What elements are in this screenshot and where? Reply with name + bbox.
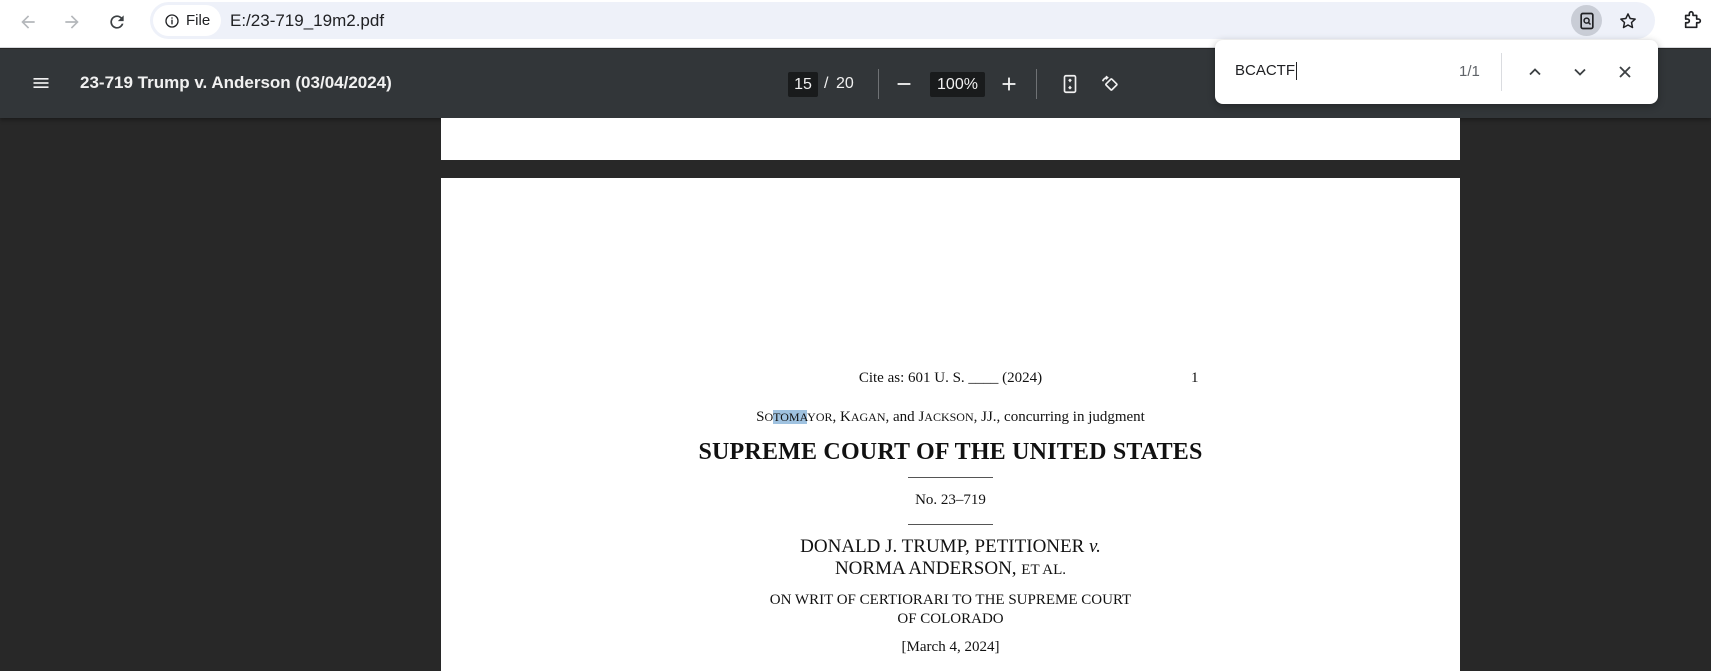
writ-line-1: ON WRIT OF CERTIORARI TO THE SUPREME COU… bbox=[769, 592, 1132, 608]
forward-button[interactable] bbox=[54, 4, 90, 40]
hamburger-menu-icon bbox=[33, 78, 49, 88]
concur-k: K bbox=[840, 409, 851, 425]
toolbar-divider bbox=[878, 69, 879, 99]
writ-line-2: OF COLORADO bbox=[897, 611, 1004, 627]
concur-comma: , bbox=[832, 409, 840, 425]
search-highlight: TOMA bbox=[773, 410, 808, 424]
find-next-button[interactable] bbox=[1564, 56, 1596, 88]
divider-rule bbox=[908, 477, 993, 478]
concur-and: , and bbox=[885, 409, 919, 425]
close-icon bbox=[1619, 66, 1631, 78]
pdf-page-previous bbox=[441, 118, 1460, 160]
divider-rule bbox=[908, 524, 993, 525]
chevron-up-icon bbox=[1529, 68, 1541, 76]
concur-agan: AGAN bbox=[850, 410, 886, 424]
star-icon bbox=[1619, 12, 1636, 28]
site-chip-label: File bbox=[186, 12, 211, 29]
sidebar-menu-button[interactable] bbox=[24, 66, 58, 100]
find-in-page-button[interactable] bbox=[1571, 5, 1602, 36]
find-result-count: 1/1 bbox=[1459, 63, 1480, 80]
concurring-justices-line: SOTOMAYOR, KAGAN, and JACKSON, JJ., conc… bbox=[441, 409, 1460, 426]
extensions-icon bbox=[1684, 10, 1702, 29]
back-button[interactable] bbox=[10, 4, 46, 40]
concur-ackson: ACKSON bbox=[924, 410, 974, 424]
party-line-2: NORMA ANDERSON, ET AL. bbox=[441, 558, 1460, 580]
site-info-chip[interactable]: File bbox=[153, 5, 221, 36]
page-number-label: 1 bbox=[1191, 370, 1199, 386]
find-bar: BCACTF 1/1 bbox=[1215, 40, 1658, 104]
zoom-level-input[interactable]: 100% bbox=[930, 72, 985, 97]
extensions-button[interactable] bbox=[1676, 3, 1710, 37]
et-al-text: ET AL. bbox=[1021, 562, 1067, 578]
respondent-text: NORMA ANDERSON, bbox=[834, 558, 1022, 579]
petitioner-text: DONALD J. TRUMP, PETITIONER bbox=[800, 536, 1090, 557]
info-icon bbox=[165, 13, 179, 28]
cite-line: Cite as: 601 U. S. ____ (2024) bbox=[858, 370, 1043, 386]
plus-icon bbox=[1002, 77, 1016, 91]
reload-icon bbox=[110, 15, 124, 29]
find-in-page-icon bbox=[1579, 12, 1594, 29]
fit-to-page-button[interactable] bbox=[1055, 69, 1085, 99]
court-title: SUPREME COURT OF THE UNITED STATES bbox=[698, 439, 1203, 465]
docket-number: No. 23–719 bbox=[915, 492, 986, 508]
url-text[interactable]: E:/23-719_19m2.pdf bbox=[230, 11, 384, 31]
bookmark-button[interactable] bbox=[1612, 5, 1643, 36]
forward-arrow-icon bbox=[65, 15, 79, 29]
total-pages: 20 bbox=[836, 75, 854, 92]
reload-button[interactable] bbox=[99, 4, 135, 40]
address-bar[interactable]: File E:/23-719_19m2.pdf bbox=[150, 2, 1655, 39]
chevron-down-icon bbox=[1574, 68, 1586, 76]
find-close-button[interactable] bbox=[1609, 56, 1641, 88]
find-divider bbox=[1501, 53, 1502, 91]
rotate-button[interactable] bbox=[1095, 69, 1125, 99]
zoom-in-button[interactable] bbox=[994, 69, 1024, 99]
back-arrow-icon bbox=[21, 15, 35, 29]
toolbar-divider bbox=[1036, 69, 1037, 99]
rotate-icon bbox=[1101, 75, 1118, 91]
zoom-out-button[interactable] bbox=[889, 69, 919, 99]
minus-icon bbox=[897, 83, 911, 85]
document-title: 23-719 Trump v. Anderson (03/04/2024) bbox=[80, 73, 392, 92]
find-input[interactable]: BCACTF bbox=[1235, 62, 1297, 80]
pdf-page-current: Cite as: 601 U. S. ____ (2024) 1 SOTOMAY… bbox=[441, 178, 1460, 671]
page-separator: / bbox=[824, 75, 829, 92]
find-previous-button[interactable] bbox=[1519, 56, 1551, 88]
fit-to-page-icon bbox=[1063, 74, 1077, 94]
concur-rest: , JJ., concurring in judgment bbox=[973, 409, 1145, 425]
concur-o: O bbox=[764, 410, 774, 424]
page-number-input[interactable]: 15 bbox=[788, 72, 818, 97]
concur-yor: YOR bbox=[807, 410, 833, 424]
versus-text: v. bbox=[1089, 536, 1101, 557]
party-line-1: DONALD J. TRUMP, PETITIONER v. bbox=[441, 536, 1460, 558]
decision-date: [March 4, 2024] bbox=[901, 639, 1000, 655]
